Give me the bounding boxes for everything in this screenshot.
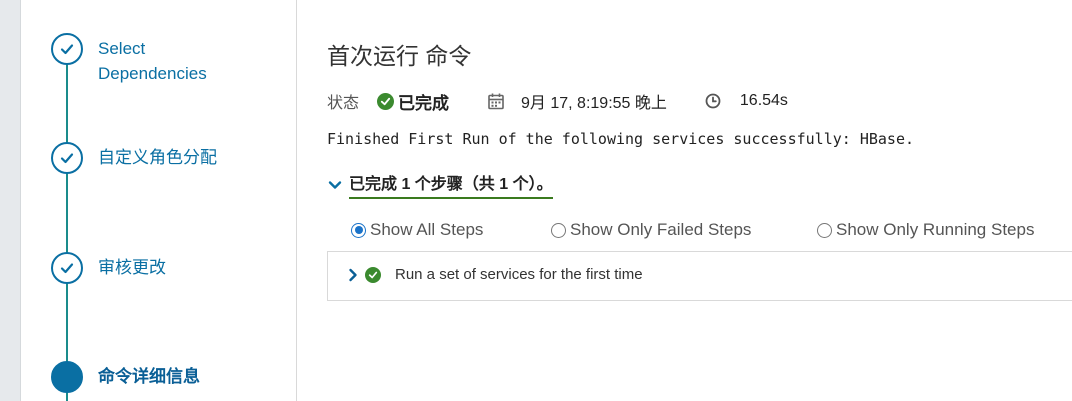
wizard-step-label: 审核更改 <box>98 258 166 277</box>
radio-selected-icon <box>351 222 366 238</box>
check-icon <box>51 252 83 284</box>
filter-label: Show All Steps <box>370 220 484 239</box>
wizard-step-label: Select Dependencies <box>98 39 207 83</box>
command-status-row: 状态 已完成 9月 17, 8:19:55 晚上 16.54s <box>327 89 788 113</box>
filter-label: Show Only Failed Steps <box>570 220 752 239</box>
command-result-message: Finished First Run of the following serv… <box>327 130 914 148</box>
filter-show-all-steps[interactable]: Show All Steps <box>351 220 483 240</box>
command-details-panel: 首次运行 命令 状态 已完成 9月 17, 8:19:55 晚上 16.54s … <box>298 0 1072 401</box>
wizard-steps-sidebar: Select Dependencies 自定义角色分配 审核更改 命令详细信息 <box>21 0 297 401</box>
check-icon <box>51 142 83 174</box>
status-value: 已完成 <box>398 93 450 113</box>
status-label: 状态 <box>327 95 360 112</box>
filter-show-only-running-steps[interactable]: Show Only Running Steps <box>817 220 1034 240</box>
chevron-down-icon <box>328 180 342 189</box>
list-item[interactable]: Run a set of services for the first time <box>347 266 643 283</box>
wizard-step-label: 命令详细信息 <box>98 367 200 386</box>
filter-label: Show Only Running Steps <box>836 220 1035 239</box>
command-start-time: 9月 17, 8:19:55 晚上 <box>521 95 667 112</box>
page-title: 首次运行 命令 <box>327 43 472 69</box>
success-check-icon <box>365 266 381 283</box>
wizard-step-label: 自定义角色分配 <box>98 148 217 167</box>
calendar-icon <box>488 93 504 110</box>
filter-show-only-failed-steps[interactable]: Show Only Failed Steps <box>551 220 751 240</box>
current-step-indicator <box>51 361 83 393</box>
check-icon <box>51 33 83 65</box>
command-steps-list: Run a set of services for the first time <box>327 251 1072 301</box>
radio-unselected-icon <box>551 222 566 238</box>
clock-icon <box>705 93 721 109</box>
success-check-icon <box>377 92 395 110</box>
steps-summary-text: 已完成 1 个步骤（共 1 个）。 <box>349 170 553 199</box>
left-edge-strip <box>0 0 21 401</box>
steps-summary-toggle[interactable]: 已完成 1 个步骤（共 1 个）。 <box>328 170 553 199</box>
chevron-right-icon[interactable] <box>347 268 359 282</box>
step-name: Run a set of services for the first time <box>395 266 643 283</box>
wizard-progress-line <box>66 60 68 401</box>
step-filter-group: Show All Steps Show Only Failed Steps Sh… <box>351 220 1070 244</box>
command-duration: 16.54s <box>739 92 788 109</box>
radio-unselected-icon <box>817 222 832 238</box>
